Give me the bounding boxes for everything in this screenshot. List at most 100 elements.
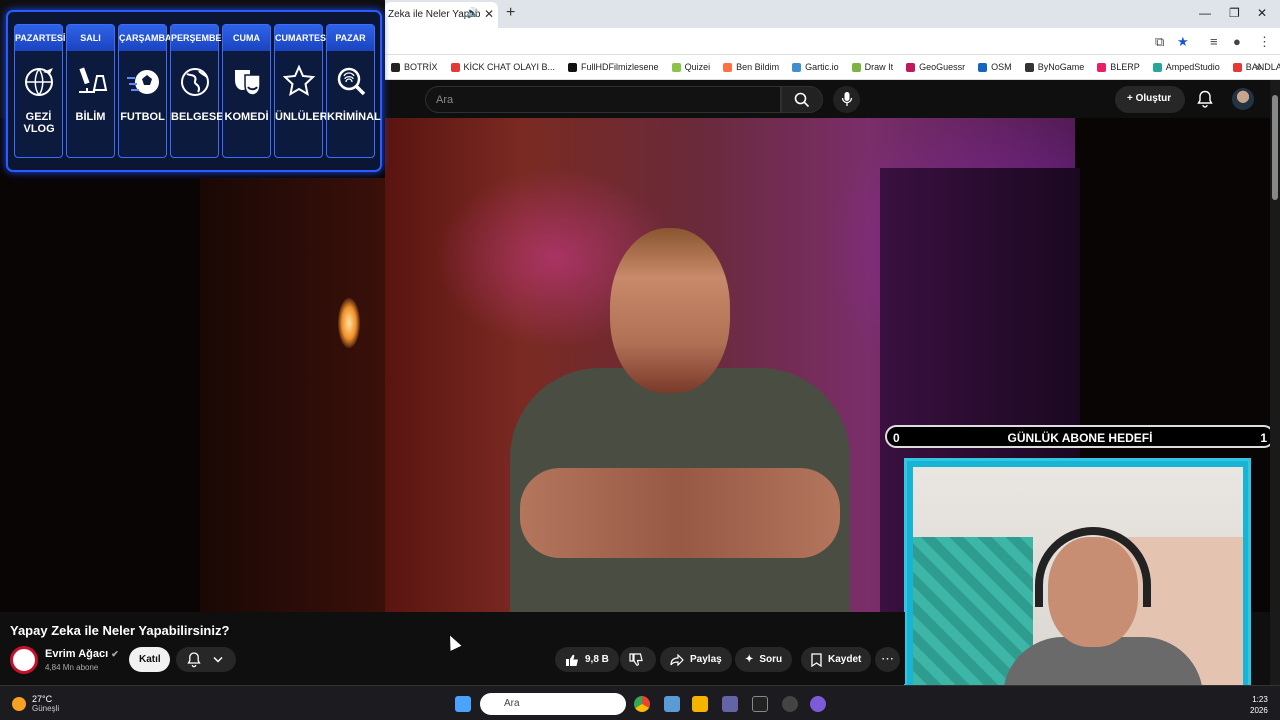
bookmark-item[interactable]: GeoGuessr bbox=[906, 62, 965, 72]
share-button[interactable]: Paylaş bbox=[660, 647, 732, 672]
create-label: Oluştur bbox=[1135, 93, 1172, 104]
sparkle-icon: ✦ bbox=[745, 654, 754, 665]
bookmark-item[interactable]: Quizei bbox=[671, 62, 711, 72]
account-avatar[interactable] bbox=[1232, 88, 1254, 110]
schedule-day: CUMARTESİ ÜNLÜLER bbox=[274, 24, 329, 158]
bookmark-favicon-icon bbox=[906, 62, 916, 72]
thumbs-up-icon bbox=[566, 654, 578, 666]
more-actions-button[interactable]: ⋯ bbox=[875, 647, 900, 672]
schedule-day-category: BİLİM bbox=[75, 111, 106, 123]
address-bar[interactable]: ⧉ ★ ≡ ● ⋮ bbox=[385, 28, 1280, 55]
bell-ring-icon bbox=[187, 652, 201, 668]
bookmark-favicon-icon bbox=[1152, 62, 1162, 72]
bookmark-label: BLERP bbox=[1110, 62, 1140, 72]
room-shelf bbox=[200, 178, 385, 612]
bookmark-item[interactable]: AmpedStudio bbox=[1152, 62, 1220, 72]
like-button[interactable]: 9,8 B bbox=[555, 647, 619, 672]
notification-settings-button[interactable] bbox=[176, 647, 236, 672]
teams-icon[interactable] bbox=[722, 696, 738, 712]
create-button[interactable]: + Oluştur bbox=[1115, 86, 1185, 113]
clock-date: 2026 bbox=[1250, 706, 1268, 715]
bookmark-item[interactable]: BLERP bbox=[1097, 62, 1140, 72]
bookmark-label: FullHDFilmizlesene bbox=[581, 62, 659, 72]
bookmark-item[interactable]: OSM bbox=[978, 62, 1012, 72]
restore-icon[interactable]: ❐ bbox=[1229, 6, 1240, 20]
bookmark-label: Quizei bbox=[684, 62, 711, 72]
more-bookmarks-icon[interactable]: » bbox=[1255, 60, 1262, 74]
install-app-icon[interactable]: ⧉ bbox=[1155, 34, 1164, 50]
dislike-button[interactable] bbox=[620, 647, 656, 672]
taskbar-search-input[interactable]: Ara bbox=[480, 693, 626, 715]
bookmark-item[interactable]: Ben Bildim bbox=[723, 62, 779, 72]
close-window-icon[interactable]: ✕ bbox=[1257, 6, 1267, 20]
bookmark-label: BANDLAB bbox=[1245, 62, 1280, 72]
presenter-hands bbox=[520, 468, 840, 558]
bookmark-item[interactable]: Draw It bbox=[851, 62, 894, 72]
schedule-day-category: KOMEDİ bbox=[224, 111, 269, 123]
bookmark-label: GeoGuessr bbox=[919, 62, 966, 72]
bookmark-item[interactable]: FullHDFilmizlesene bbox=[568, 62, 659, 72]
share-label: Paylaş bbox=[690, 654, 722, 665]
new-tab-icon[interactable]: + bbox=[506, 4, 515, 22]
bookmark-label: ByNoGame bbox=[1037, 62, 1085, 72]
browser-tab-strip: Zeka ile Neler Yapab 🔊 ✕ + — ❐ ✕ bbox=[385, 0, 1280, 28]
windows-start-icon[interactable] bbox=[455, 696, 471, 712]
bookmark-label: Gartic.io bbox=[805, 62, 839, 72]
channel-avatar[interactable] bbox=[10, 646, 38, 674]
streaming-app-icon[interactable] bbox=[810, 696, 826, 712]
bookmark-item[interactable]: BOTRİX bbox=[391, 62, 438, 72]
browser-tab[interactable]: Zeka ile Neler Yapab 🔊 ✕ bbox=[385, 2, 498, 28]
schedule-day-name: SALI bbox=[67, 25, 114, 51]
menu-icon[interactable]: ⋮ bbox=[1258, 34, 1271, 50]
schedule-day-name: PAZARTESİ bbox=[15, 25, 65, 51]
system-clock[interactable]: 1:23 2026 bbox=[1250, 694, 1268, 716]
schedule-day-category: ÜNLÜLER bbox=[275, 111, 328, 123]
schedule-day-name: CUMA bbox=[223, 25, 270, 51]
obs-icon[interactable] bbox=[782, 696, 798, 712]
photos-icon[interactable] bbox=[664, 696, 680, 712]
bookmark-star-icon[interactable]: ★ bbox=[1177, 34, 1189, 50]
bookmark-favicon-icon bbox=[568, 62, 578, 72]
ask-button[interactable]: ✦ Soru bbox=[735, 647, 793, 672]
epic-games-icon[interactable] bbox=[752, 696, 768, 712]
weather-widget[interactable]: 27°C Güneşli bbox=[12, 694, 59, 713]
bookmark-favicon-icon bbox=[723, 62, 733, 72]
search-button[interactable] bbox=[781, 86, 823, 113]
scrollbar-thumb[interactable] bbox=[1272, 95, 1278, 200]
schedule-day-name: PAZAR bbox=[327, 25, 374, 51]
weather-description: Güneşli bbox=[32, 704, 60, 713]
minimize-icon[interactable]: — bbox=[1199, 6, 1211, 20]
lamp-light bbox=[338, 298, 360, 348]
bookmark-favicon-icon bbox=[851, 62, 861, 72]
chrome-icon[interactable] bbox=[634, 696, 650, 712]
theater-masks-icon bbox=[234, 70, 261, 96]
profile-icon[interactable]: ● bbox=[1233, 34, 1241, 49]
windows-taskbar: 27°C Güneşli Ara 1:23 2026 bbox=[0, 685, 1280, 720]
schedule-day-category: BELGESEL bbox=[171, 111, 231, 123]
bookmark-favicon-icon bbox=[671, 62, 681, 72]
bookmark-label: Draw It bbox=[864, 62, 894, 72]
join-button[interactable]: Katıl bbox=[129, 647, 170, 672]
schedule-day-name: ÇARŞAMBA bbox=[119, 25, 172, 51]
notifications-bell-icon[interactable] bbox=[1197, 90, 1213, 108]
bookmark-label: KİCK CHAT OLAYI B... bbox=[463, 62, 556, 72]
bookmark-item[interactable]: ByNoGame bbox=[1024, 62, 1085, 72]
bookmark-item[interactable]: KİCK CHAT OLAYI B... bbox=[450, 62, 556, 72]
bookmark-favicon-icon bbox=[1024, 62, 1034, 72]
bookmarks-bar: BOTRİX KİCK CHAT OLAYI B... FullHDFilmizle… bbox=[385, 55, 1280, 80]
search-input[interactable]: Ara bbox=[425, 86, 781, 113]
like-count: 9,8 B bbox=[585, 654, 609, 665]
plus-icon: + bbox=[1127, 93, 1136, 104]
voice-search-button[interactable] bbox=[833, 86, 860, 113]
presenter-head bbox=[610, 228, 730, 393]
speaker-icon[interactable]: 🔊 bbox=[466, 8, 478, 19]
bookmark-label: Ben Bildim bbox=[736, 62, 780, 72]
close-tab-icon[interactable]: ✕ bbox=[484, 7, 494, 21]
bookmark-item[interactable]: Gartic.io bbox=[792, 62, 839, 72]
page-scrollbar[interactable] bbox=[1270, 80, 1280, 685]
file-explorer-icon[interactable] bbox=[692, 696, 708, 712]
channel-name[interactable]: Evrim Ağacı ✔ bbox=[45, 648, 119, 660]
bookmark-label: OSM bbox=[991, 62, 1012, 72]
save-button[interactable]: Kaydet bbox=[801, 647, 872, 672]
media-control-icon[interactable]: ≡ bbox=[1210, 34, 1218, 49]
